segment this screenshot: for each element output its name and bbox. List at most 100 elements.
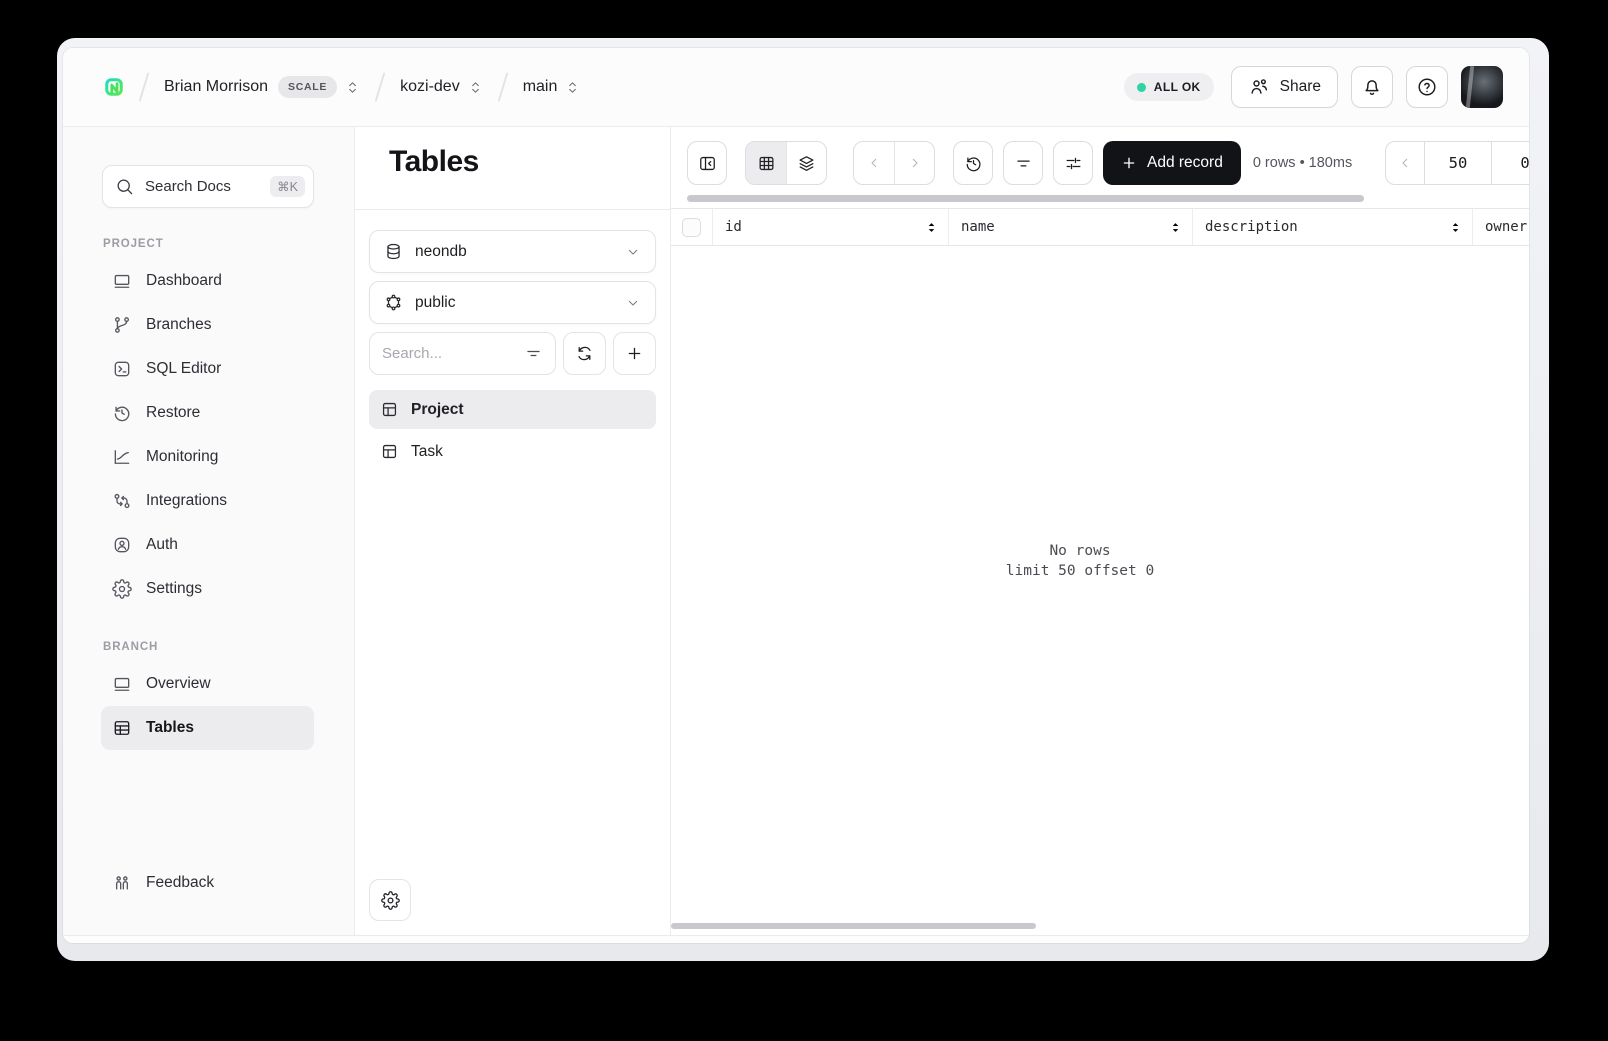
sort-icon[interactable] — [1448, 220, 1463, 235]
chevron-down-icon — [625, 295, 641, 311]
chevron-left-icon — [1397, 155, 1413, 171]
sidebar-item-restore[interactable]: Restore — [101, 391, 314, 435]
app-content: Brian Morrison SCALE kozi-dev main ALL O… — [63, 48, 1529, 943]
schema-icon — [384, 293, 403, 312]
page-title: Tables — [389, 145, 479, 178]
sidebar-item-label: Integrations — [146, 492, 227, 509]
search-docs-label: Search Docs — [145, 178, 231, 195]
query-history-button[interactable] — [953, 141, 993, 185]
share-button[interactable]: Share — [1230, 66, 1338, 108]
chevron-up-down-icon — [565, 80, 580, 95]
sidebar-section-title: PROJECT — [103, 238, 164, 250]
column-header-owner[interactable]: owner — [1473, 209, 1529, 245]
org-name: Brian Morrison — [164, 78, 269, 95]
table-list-item-project[interactable]: Project — [369, 390, 656, 429]
add-record-button[interactable]: Add record — [1103, 141, 1241, 185]
help-button[interactable] — [1406, 66, 1448, 108]
chevron-right-icon — [907, 155, 923, 171]
horizontal-scrollbar-top[interactable] — [687, 195, 1364, 202]
layers-view-button[interactable] — [786, 142, 826, 184]
sidebar-item-auth[interactable]: Auth — [101, 523, 314, 567]
tables-panel: Tables neondb public Search... Project T… — [354, 127, 671, 935]
monitoring-icon — [112, 447, 132, 467]
prev-page-button[interactable] — [854, 142, 894, 184]
sidebar-item-label: Auth — [146, 536, 178, 553]
breadcrumb-separator — [374, 72, 386, 102]
horizontal-scrollbar-bottom[interactable] — [671, 923, 1036, 929]
row-nav-toggle — [853, 141, 935, 185]
topbar-actions: ALL OK Share — [1123, 66, 1503, 108]
project-name: kozi-dev — [400, 78, 460, 95]
sidebar-item-monitoring[interactable]: Monitoring — [101, 435, 314, 479]
table-list: Project Task — [369, 390, 656, 471]
column-header-id[interactable]: id — [713, 209, 949, 245]
column-header-description[interactable]: description — [1193, 209, 1473, 245]
users-icon — [1248, 76, 1270, 98]
history-icon — [964, 154, 983, 173]
sidebar-item-label: Feedback — [146, 874, 215, 891]
view-settings-button[interactable] — [1053, 141, 1093, 185]
collapse-panel-button[interactable] — [687, 141, 727, 185]
neon-logo-icon[interactable] — [104, 77, 124, 97]
table-item-icon — [380, 442, 399, 461]
panel-collapse-icon — [698, 154, 717, 173]
view-mode-toggle — [745, 141, 827, 185]
grid-header-row: id name description owner — [671, 208, 1529, 246]
sort-icon[interactable] — [1168, 220, 1183, 235]
database-icon — [384, 242, 403, 261]
panel-settings-button[interactable] — [369, 879, 411, 921]
select-all-checkbox[interactable] — [682, 217, 701, 237]
table-search-input[interactable] — [382, 345, 516, 362]
table-list-item-task[interactable]: Task — [369, 432, 656, 471]
sidebar-item-label: Dashboard — [146, 272, 222, 289]
sidebar-item-branches[interactable]: Branches — [101, 303, 314, 347]
user-avatar[interactable] — [1461, 66, 1503, 108]
table-item-icon — [380, 400, 399, 419]
dashboard-icon — [112, 674, 132, 694]
status-badge[interactable]: ALL OK — [1123, 73, 1214, 101]
filter-button[interactable] — [1003, 141, 1043, 185]
notifications-button[interactable] — [1351, 66, 1393, 108]
database-select[interactable]: neondb — [369, 230, 656, 273]
sidebar-item-dashboard[interactable]: Dashboard — [101, 259, 314, 303]
database-select-value: neondb — [415, 242, 467, 260]
breadcrumb-branch-selector[interactable]: main — [523, 78, 581, 96]
search-docs-button[interactable]: Search Docs ⌘K — [102, 165, 314, 208]
grid-view-button[interactable] — [746, 142, 786, 184]
sidebar-item-feedback[interactable]: Feedback — [101, 861, 314, 905]
status-dot — [1136, 82, 1146, 92]
chevron-up-down-icon — [468, 80, 483, 95]
filter-lines-icon — [1014, 154, 1033, 173]
sidebar-item-sql-editor[interactable]: SQL Editor — [101, 347, 314, 391]
next-page-button[interactable] — [894, 142, 934, 184]
sidebar-item-integrations[interactable]: Integrations — [101, 479, 314, 523]
panel-header: Tables — [355, 127, 670, 210]
sidebar-item-settings[interactable]: Settings — [101, 567, 314, 611]
empty-state: No rows limit 50 offset 0 — [671, 541, 1489, 581]
filter-lines-icon[interactable] — [524, 344, 543, 363]
sidebar-item-overview[interactable]: Overview — [101, 662, 314, 706]
sidebar-item-label: Monitoring — [146, 448, 219, 465]
gear-icon — [112, 579, 132, 599]
schema-select[interactable]: public — [369, 281, 656, 324]
refresh-tables-button[interactable] — [563, 332, 606, 375]
breadcrumb-org-selector[interactable]: Brian Morrison SCALE — [164, 76, 360, 98]
search-icon — [115, 177, 134, 196]
sort-icon[interactable] — [924, 220, 939, 235]
add-table-button[interactable] — [613, 332, 656, 375]
grid-toolbar: Add record 0 rows • 180ms 50 0 — [671, 127, 1529, 185]
column-header-name[interactable]: name — [949, 209, 1193, 245]
pager-prev-button[interactable] — [1386, 142, 1424, 184]
sidebar-section: BRANCH Overview Tables — [101, 641, 314, 750]
layers-icon — [797, 154, 816, 173]
plus-icon — [625, 344, 644, 363]
breadcrumb-project-selector[interactable]: kozi-dev — [400, 78, 483, 96]
pagination-control: 50 0 — [1385, 141, 1529, 185]
sliders-icon — [1064, 154, 1083, 173]
page-offset-input[interactable]: 0 — [1491, 142, 1529, 184]
app-window: Brian Morrison SCALE kozi-dev main ALL O… — [57, 38, 1549, 961]
sidebar-item-label: Restore — [146, 404, 201, 421]
sidebar-item-tables[interactable]: Tables — [101, 706, 314, 750]
breadcrumb-separator — [497, 72, 509, 102]
page-size-input[interactable]: 50 — [1424, 142, 1491, 184]
